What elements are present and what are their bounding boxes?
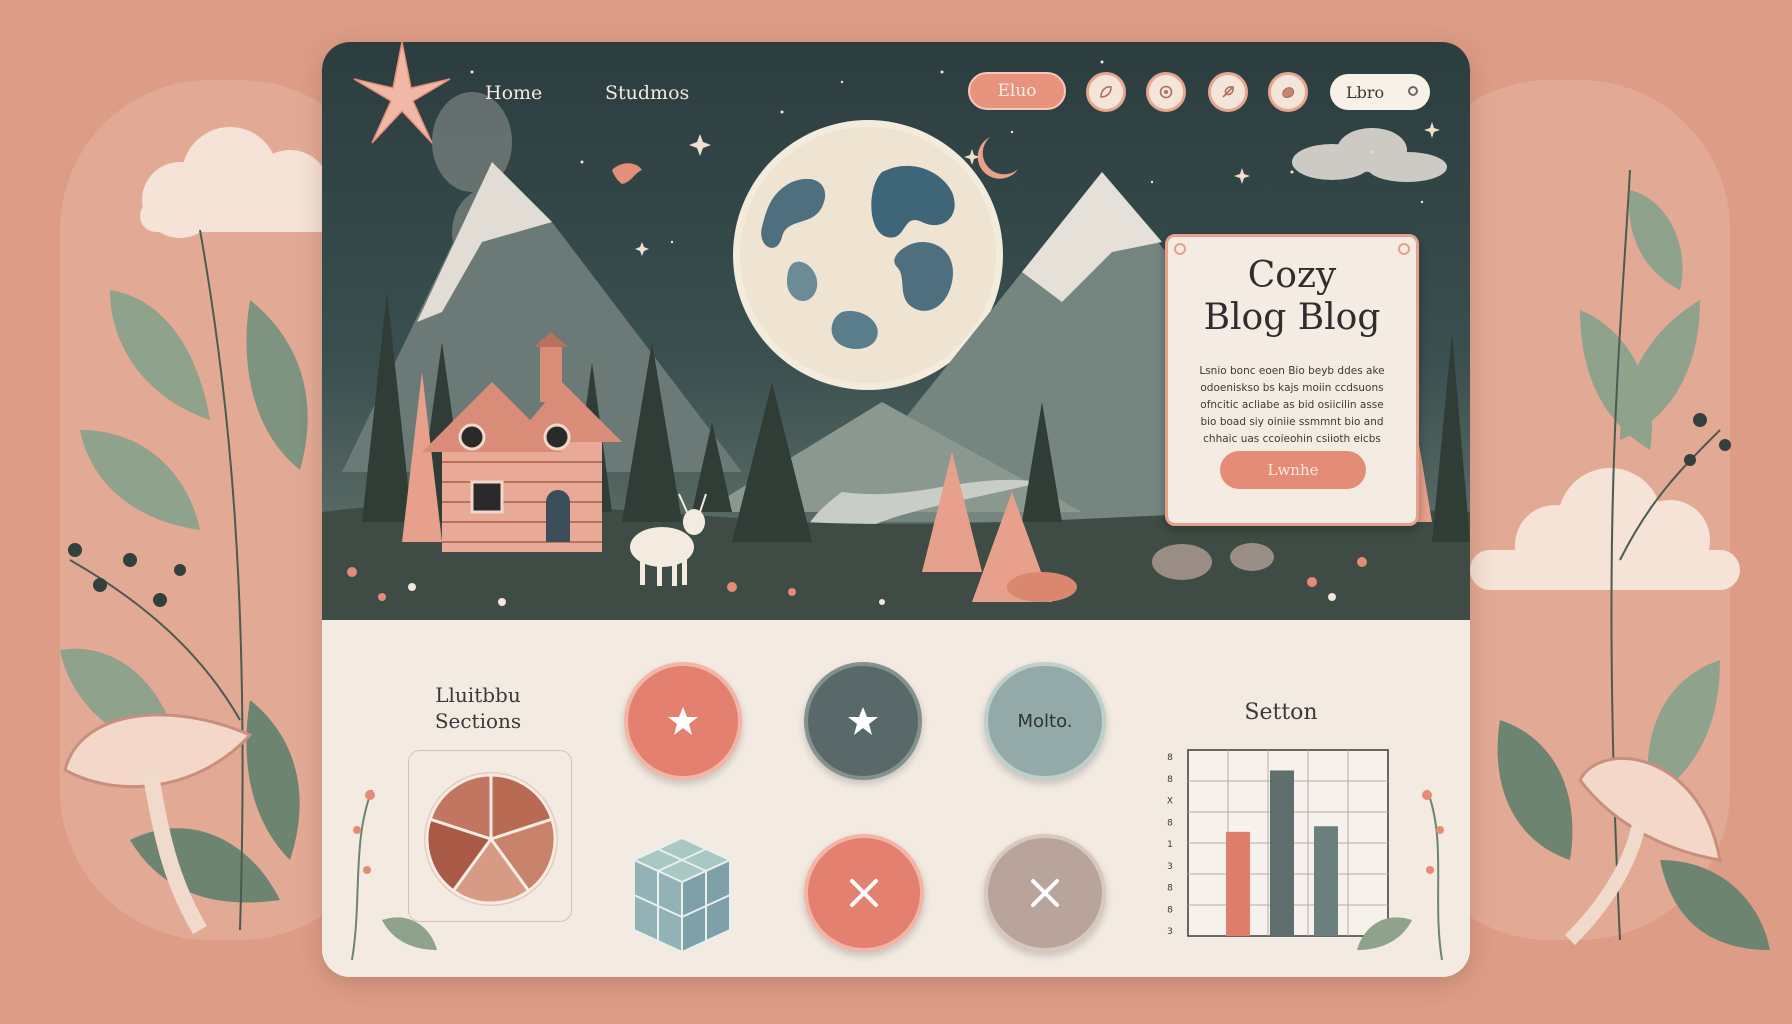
card-title-line2: Blog Blog bbox=[1203, 297, 1381, 338]
login-button[interactable]: Lbro bbox=[1330, 74, 1430, 110]
shell-icon-button[interactable] bbox=[1146, 72, 1186, 112]
leaf-icon-button[interactable] bbox=[1086, 72, 1126, 112]
intro-card: Cozy Blog Blog Lsnio bonc eoen Bio beyb … bbox=[1165, 234, 1419, 526]
shell-icon bbox=[1159, 85, 1173, 99]
feather-icon bbox=[1222, 86, 1234, 98]
stone-icon-button[interactable] bbox=[1268, 72, 1308, 112]
nav-studios[interactable]: Studmos bbox=[605, 82, 689, 104]
card-cta-button[interactable]: Lwnhe bbox=[1220, 451, 1366, 489]
card-body: Lsnio bonc eoen Bio beyb ddes ake odoeni… bbox=[1199, 365, 1385, 462]
feather-icon-button[interactable] bbox=[1208, 72, 1248, 112]
decorative-sprigs bbox=[351, 789, 1444, 961]
crescent-moon bbox=[977, 137, 1018, 179]
sections-panel: Lluitbbu Sections Molto. Setton 8 8 X 8 … bbox=[322, 620, 1470, 977]
circle-icon bbox=[1408, 86, 1418, 96]
pin-icon bbox=[1174, 243, 1186, 255]
pin-icon bbox=[1398, 243, 1410, 255]
stone-icon bbox=[1282, 87, 1295, 98]
nav-pill-button[interactable]: Eluo bbox=[968, 72, 1066, 110]
hero-banner: Home Studmos Eluo Lbro Cozy Blog Blog Ls bbox=[322, 42, 1470, 620]
leaf-icon bbox=[1100, 86, 1112, 98]
card-title: Cozy Blog Blog bbox=[1168, 255, 1416, 339]
nav-home[interactable]: Home bbox=[485, 82, 542, 104]
login-label: Lbro bbox=[1346, 82, 1385, 102]
browser-window: Home Studmos Eluo Lbro Cozy Blog Blog Ls bbox=[322, 42, 1470, 977]
card-title-line1: Cozy bbox=[1247, 255, 1337, 296]
